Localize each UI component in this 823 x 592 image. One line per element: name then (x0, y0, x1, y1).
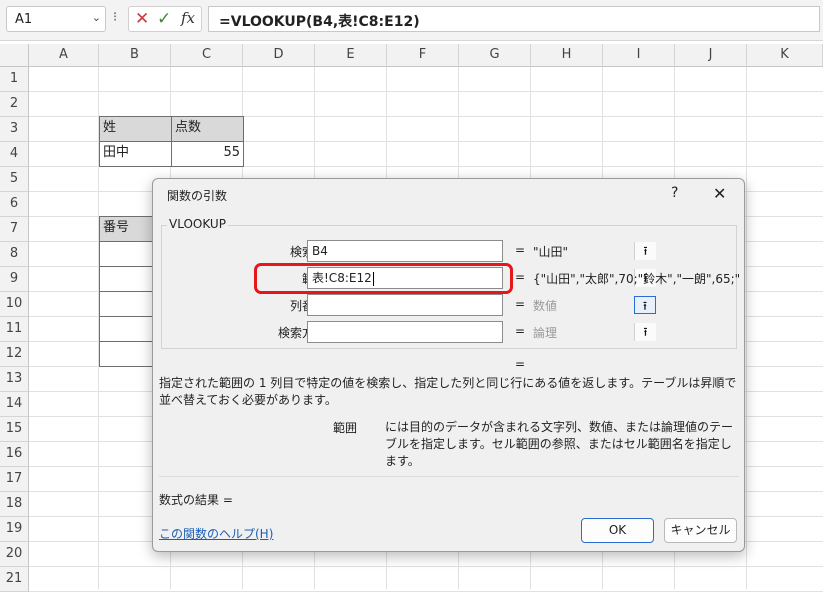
row-header-14[interactable]: 14 (0, 392, 29, 417)
row-header-18[interactable]: 18 (0, 492, 29, 517)
arg-result: 論理 (533, 326, 558, 340)
grid-column-line (746, 67, 747, 589)
column-header-G[interactable]: G (459, 44, 531, 67)
arg-value: B4 (312, 244, 328, 258)
equals-sign: = (515, 243, 526, 257)
column-header-E[interactable]: E (315, 44, 387, 67)
row-header-20[interactable]: 20 (0, 542, 29, 567)
row-header-2[interactable]: 2 (0, 92, 29, 117)
arg-input-lookup-value[interactable]: B4 ⭱ (307, 240, 656, 262)
equals-sign: = (515, 270, 526, 284)
function-help-link[interactable]: この関数のヘルプ(H) (159, 525, 273, 542)
formula-input[interactable]: =VLOOKUP(B4,表!C8:E12) (208, 6, 820, 32)
cancel-button[interactable]: キャンセル (664, 518, 737, 543)
arg-row-range-lookup: 検索方法 ⭱ = 論理 (153, 321, 746, 343)
arg-result: {"山田","太郎",70;"鈴木","一朗",65;"t (533, 272, 739, 286)
formula-text: =VLOOKUP(B4,表!C8:E12) (219, 14, 420, 30)
equals-sign: = (515, 297, 526, 311)
enter-icon[interactable]: ✓ (157, 9, 171, 29)
row-header-15[interactable]: 15 (0, 417, 29, 442)
row-header-21[interactable]: 21 (0, 567, 29, 592)
ok-button[interactable]: OK (581, 518, 654, 543)
row-header-7[interactable]: 7 (0, 217, 29, 242)
column-header-C[interactable]: C (171, 44, 243, 67)
column-header-K[interactable]: K (747, 44, 823, 67)
formula-result-label: 数式の結果 = (159, 493, 233, 507)
insert-function-icon[interactable]: fx (181, 9, 195, 27)
chevron-down-icon[interactable]: ⌄ (92, 11, 101, 24)
grid-row-line (29, 91, 823, 92)
function-description: 指定された範囲の 1 列目で特定の値を検索し、指定した列と同じ行にある値を返しま… (159, 376, 737, 407)
arg-result: 数値 (533, 299, 558, 313)
row-header-1[interactable]: 1 (0, 67, 29, 92)
name-box-value: A1 (15, 12, 33, 27)
annotation-highlight (254, 263, 513, 294)
grid-row-line (29, 566, 823, 567)
arg-description: には目的のデータが含まれる文字列、数値、または論理値のテーブルを指定します。セル… (385, 420, 734, 468)
cell-B3[interactable]: 姓 (99, 116, 172, 142)
cancel-icon[interactable]: ✕ (135, 9, 149, 29)
row-header-12[interactable]: 12 (0, 342, 29, 367)
arg-result: "山田" (533, 245, 569, 259)
overall-equals: = (515, 357, 526, 371)
row-header-8[interactable]: 8 (0, 242, 29, 267)
more-options-icon[interactable]: ⁝ (113, 10, 117, 25)
row-header-4[interactable]: 4 (0, 142, 29, 167)
row-header-9[interactable]: 9 (0, 267, 29, 292)
column-header-J[interactable]: J (675, 44, 747, 67)
row-header-10[interactable]: 10 (0, 292, 29, 317)
column-header-B[interactable]: B (99, 44, 171, 67)
row-header-11[interactable]: 11 (0, 317, 29, 342)
dialog-title: 関数の引数 (167, 189, 228, 203)
divider (159, 476, 739, 477)
cell-C4[interactable]: 55 (171, 141, 244, 167)
arg-input-col-index[interactable]: ⭱ (307, 294, 656, 316)
column-header-A[interactable]: A (29, 44, 99, 67)
row-header-5[interactable]: 5 (0, 167, 29, 192)
select-all-corner[interactable] (0, 44, 29, 67)
row-header-16[interactable]: 16 (0, 442, 29, 467)
formula-bar-buttons: ✕ ✓ fx (128, 6, 202, 32)
column-header-F[interactable]: F (387, 44, 459, 67)
cell-B4[interactable]: 田中 (99, 141, 172, 167)
row-header-17[interactable]: 17 (0, 467, 29, 492)
function-arguments-dialog: 関数の引数 ? ✕ VLOOKUP 検索値 B4 ⭱ = "山田" 範囲 表!C… (152, 178, 745, 552)
formula-bar: A1 ⌄ ⁝ ✕ ✓ fx =VLOOKUP(B4,表!C8:E12) (0, 0, 823, 41)
column-header-H[interactable]: H (531, 44, 603, 67)
name-box[interactable]: A1 ⌄ (6, 6, 106, 32)
cell-C3[interactable]: 点数 (171, 116, 244, 142)
arg-row-lookup-value: 検索値 B4 ⭱ = "山田" (153, 240, 746, 262)
close-icon[interactable]: ✕ (713, 184, 726, 203)
column-header-I[interactable]: I (603, 44, 675, 67)
row-header-19[interactable]: 19 (0, 517, 29, 542)
arg-description-name: 範囲 (333, 421, 358, 435)
row-header-6[interactable]: 6 (0, 192, 29, 217)
equals-sign: = (515, 324, 526, 338)
column-header-D[interactable]: D (243, 44, 315, 67)
arg-input-range-lookup[interactable]: ⭱ (307, 321, 656, 343)
help-icon[interactable]: ? (671, 185, 678, 201)
row-header-3[interactable]: 3 (0, 117, 29, 142)
function-name: VLOOKUP (167, 217, 228, 231)
arg-row-col-index: 列番号 ⭱ = 数値 (153, 294, 746, 316)
row-header-13[interactable]: 13 (0, 367, 29, 392)
